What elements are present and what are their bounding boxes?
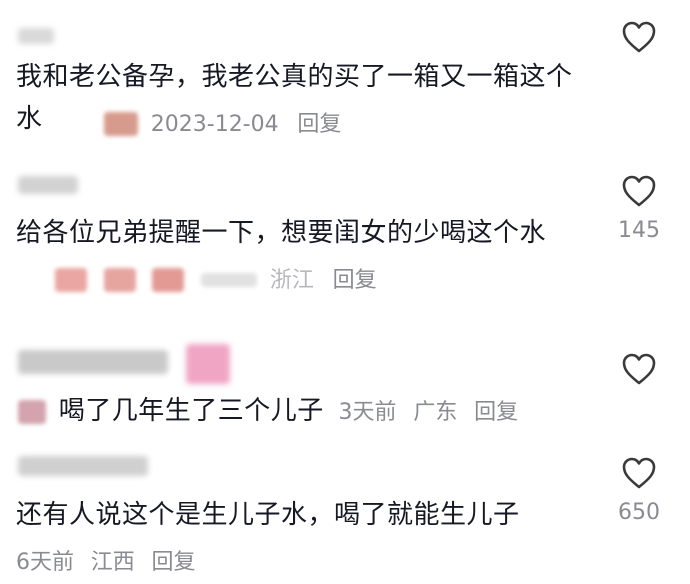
reply-button[interactable]: 回复 [152,550,196,575]
like-count: 145 [618,218,660,243]
avatar-sticker-blurred [186,344,230,384]
comment-meta-row: 6天前 江西 回复 [16,540,596,584]
comment-text: 喝了几年生了三个儿子 3天前 广东 回复 [16,390,596,434]
heart-outline-icon [622,457,656,489]
comment-date: 6天前 [16,550,74,575]
username-blurred [18,176,78,194]
comment-location: 江西 [90,550,135,575]
username-blurred [18,28,54,44]
comment-date: 3天前 [338,400,397,425]
username-blurred [18,456,148,476]
emoji-image [104,111,138,136]
emoji-image [103,267,136,292]
comment-location: 浙江 [269,268,314,293]
date-blurred [201,272,258,287]
like-button[interactable] [612,20,666,54]
emoji-image [152,267,185,292]
comment-meta-row: 2023-12-04 回复 [16,102,596,146]
reply-button[interactable]: 回复 [333,268,377,293]
comment-text: 给各位兄弟提醒一下，想要闺女的少喝这个水 [16,212,596,254]
comment-location: 广东 [413,400,458,425]
comment-date: 2023-12-04 [150,112,279,137]
heart-outline-icon [622,175,656,207]
reply-button[interactable]: 回复 [297,112,341,137]
reply-button[interactable]: 回复 [474,400,518,425]
like-button[interactable] [612,352,666,386]
comment-body: 喝了几年生了三个儿子 [58,396,324,426]
like-button[interactable]: 650 [612,456,666,525]
heart-outline-icon [622,353,656,385]
heart-outline-icon [622,21,656,53]
comment-meta-row: 浙江 回复 [16,258,596,302]
comment-body: 给各位兄弟提醒一下，想要闺女的少喝这个水 [16,218,547,248]
comment-body: 还有人说这个是生儿子水，喝了就能生儿子 [16,500,520,530]
emoji-image [54,267,87,292]
comment-text: 还有人说这个是生儿子水，喝了就能生儿子 [16,494,596,536]
emoji-image [18,399,46,424]
like-count: 650 [618,500,660,525]
username-blurred [18,350,168,374]
like-button[interactable]: 145 [612,174,666,243]
